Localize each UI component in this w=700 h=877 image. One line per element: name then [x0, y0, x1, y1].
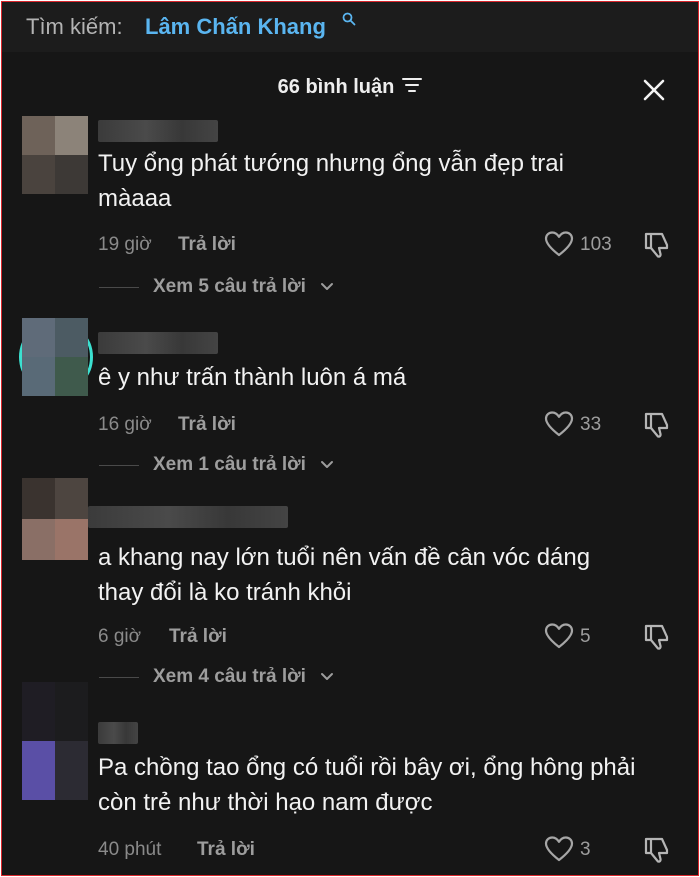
heart-icon[interactable]	[544, 230, 574, 263]
like-count: 33	[580, 414, 602, 435]
username-blurred[interactable]	[98, 722, 138, 744]
reply-button[interactable]: Trả lời	[169, 626, 227, 648]
comments-header: 66 bình luận	[2, 76, 698, 99]
thumbs-down-icon[interactable]	[642, 410, 672, 445]
avatar[interactable]	[22, 318, 88, 396]
comment-time: 19 giờ	[98, 234, 152, 255]
comment-item: Tuy ổng phát tướng nhưng ổng vẫn đẹp tra…	[2, 116, 698, 306]
like-count: 5	[580, 626, 591, 647]
view-replies-button[interactable]: Xem 5 câu trả lời	[99, 276, 334, 298]
view-replies-label: Xem 1 câu trả lời	[153, 454, 306, 475]
replies-divider	[99, 676, 139, 678]
avatar[interactable]	[22, 682, 88, 800]
search-query[interactable]: Lâm Chấn Khang	[145, 14, 326, 40]
heart-icon[interactable]	[544, 835, 574, 868]
comment-text: Pa chồng tao ổng có tuổi rồi bây ơi, ổng…	[98, 754, 636, 816]
search-prefix: Tìm kiếm:	[26, 14, 123, 39]
comments-count-title: 66 bình luận	[277, 76, 395, 98]
search-bar[interactable]: Tìm kiếm: Lâm Chấn Khang	[2, 2, 698, 52]
comment-item: Pa chồng tao ổng có tuổi rồi bây ơi, ổng…	[2, 682, 698, 872]
comment-time: 16 giờ	[98, 414, 152, 435]
comment-item: ê y như trấn thành luôn á má 16 giờ Trả …	[2, 318, 698, 488]
avatar[interactable]	[22, 116, 88, 194]
view-replies-label: Xem 5 câu trả lời	[153, 276, 306, 297]
chevron-down-icon	[320, 454, 334, 476]
heart-icon[interactable]	[544, 410, 574, 443]
view-replies-button[interactable]: Xem 1 câu trả lời	[99, 454, 334, 476]
chevron-down-icon	[320, 276, 334, 298]
like-count: 103	[580, 234, 612, 255]
comment-item: a khang nay lớn tuổi nên vấn đề cân vóc …	[2, 478, 698, 688]
username-blurred[interactable]	[98, 120, 218, 142]
search-icon[interactable]	[342, 12, 356, 31]
heart-icon[interactable]	[544, 622, 574, 655]
comment-time: 40 phút	[98, 839, 162, 860]
comments-screen: Tìm kiếm: Lâm Chấn Khang 66 bình luận Tu…	[1, 1, 699, 876]
comment-text: ê y như trấn thành luôn á má	[98, 364, 407, 391]
replies-divider	[99, 286, 139, 288]
reply-button[interactable]: Trả lời	[197, 839, 255, 861]
reply-button[interactable]: Trả lời	[178, 234, 236, 256]
comment-text: a khang nay lớn tuổi nên vấn đề cân vóc …	[98, 544, 591, 606]
like-count: 3	[580, 839, 591, 860]
reply-button[interactable]: Trả lời	[178, 414, 236, 436]
comment-text: Tuy ổng phát tướng nhưng ổng vẫn đẹp tra…	[98, 150, 564, 212]
username-blurred[interactable]	[88, 506, 288, 528]
close-icon[interactable]	[642, 78, 666, 107]
thumbs-down-icon[interactable]	[642, 230, 672, 265]
comment-time: 6 giờ	[98, 626, 142, 647]
filter-icon[interactable]	[402, 76, 423, 99]
username-blurred[interactable]	[98, 332, 218, 354]
avatar[interactable]	[22, 478, 88, 560]
replies-divider	[99, 464, 139, 466]
thumbs-down-icon[interactable]	[642, 622, 672, 657]
thumbs-down-icon[interactable]	[642, 835, 672, 870]
